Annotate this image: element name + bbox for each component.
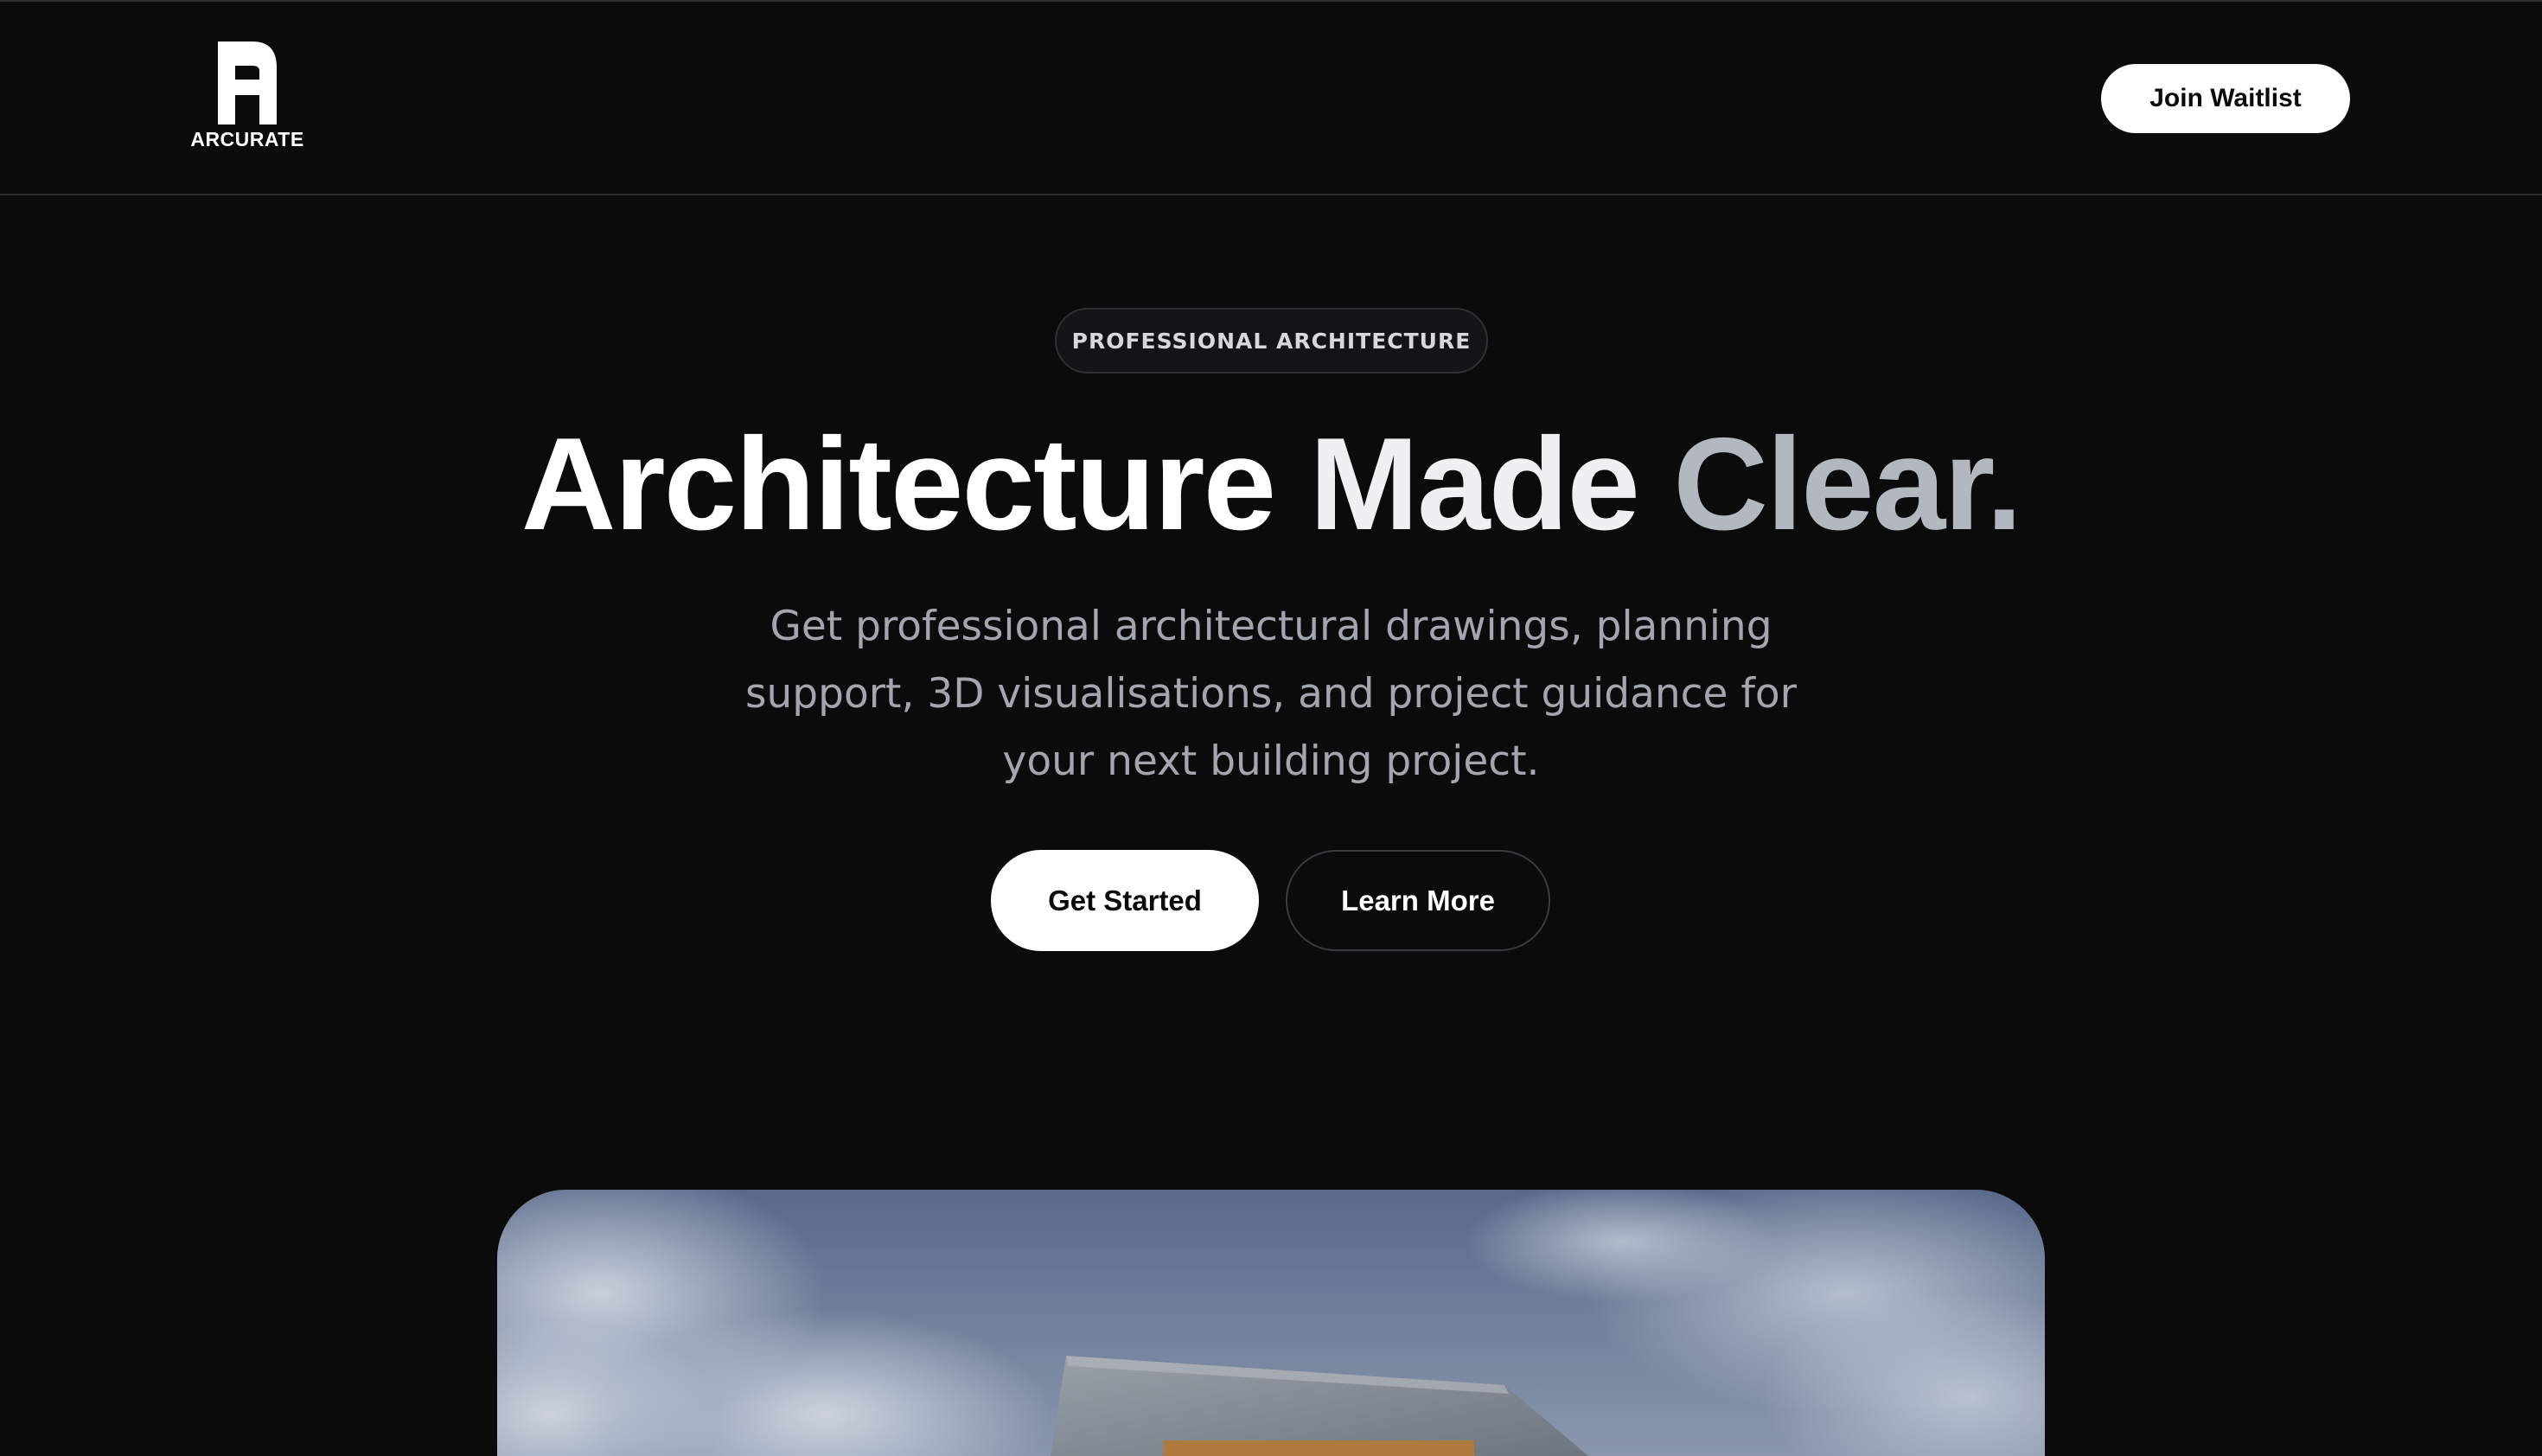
get-started-button[interactable]: Get Started bbox=[991, 850, 1259, 951]
logo-wordmark: ARCURATE bbox=[190, 128, 304, 150]
site-header: ARCURATE Join Waitlist bbox=[0, 0, 2542, 195]
arcurate-logo-icon bbox=[218, 42, 277, 125]
page: ARCURATE Join Waitlist PROFESSIONAL ARCH… bbox=[0, 0, 2542, 1456]
join-waitlist-button[interactable]: Join Waitlist bbox=[2101, 64, 2350, 133]
building-illustration bbox=[497, 1190, 2045, 1456]
hero-title-word-1: Architecture bbox=[521, 411, 1276, 558]
hero-description: Get professional architectural drawings,… bbox=[745, 603, 1797, 785]
learn-more-button[interactable]: Learn More bbox=[1286, 850, 1550, 951]
logo[interactable]: ARCURATE bbox=[190, 42, 304, 152]
hero-title-word-3: Clear. bbox=[1673, 411, 2022, 558]
hero-title: Architecture Made Clear. bbox=[0, 406, 2542, 562]
hero-title-word-2: Made bbox=[1309, 411, 1640, 558]
hero-building-image bbox=[497, 1190, 2045, 1456]
hero-badge: PROFESSIONAL ARCHITECTURE bbox=[1055, 308, 1488, 374]
